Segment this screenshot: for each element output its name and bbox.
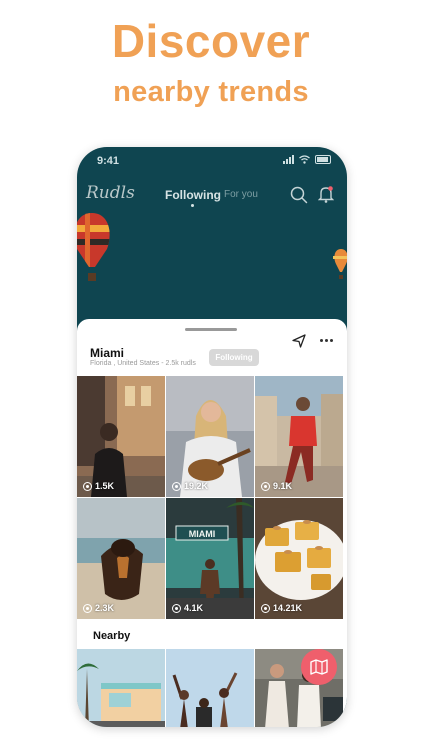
- nearby-tile[interactable]: [77, 649, 165, 727]
- location-title: Miami: [90, 346, 125, 360]
- view-count: 1.5K: [95, 481, 115, 491]
- views-icon: [261, 481, 270, 491]
- post-tile[interactable]: 19.2K: [166, 376, 254, 497]
- wifi-icon: [299, 155, 310, 164]
- nearby-image: [77, 649, 165, 727]
- views-icon: [172, 603, 181, 613]
- post-image: [255, 376, 343, 497]
- promo-headline: Discover: [111, 15, 311, 67]
- view-count: 14.21K: [273, 603, 303, 613]
- svg-text:MIAMI: MIAMI: [189, 529, 216, 539]
- post-image: [77, 498, 165, 619]
- view-count: 9.1K: [273, 481, 293, 491]
- views-icon: [261, 603, 270, 613]
- post-image: [255, 498, 343, 619]
- phone-frame: 9:41 Rudls Following For you Miami Flori…: [77, 147, 347, 727]
- views-icon: [83, 603, 92, 613]
- status-icons: [283, 155, 331, 164]
- view-count: 2.3K: [95, 603, 115, 613]
- post-tile[interactable]: MIAMI 4.1K: [166, 498, 254, 619]
- nearby-tile[interactable]: [166, 649, 254, 727]
- tab-for-you[interactable]: For you: [224, 189, 258, 200]
- signal-icon: [283, 155, 294, 164]
- status-time: 9:41: [97, 155, 120, 167]
- more-icon[interactable]: [320, 339, 333, 342]
- nearby-heading: Nearby: [93, 630, 131, 642]
- post-image: [77, 376, 165, 497]
- following-button[interactable]: Following: [209, 349, 259, 366]
- tab-following[interactable]: Following: [165, 188, 221, 202]
- bell-icon[interactable]: [318, 185, 334, 204]
- post-tile[interactable]: 14.21K: [255, 498, 343, 619]
- view-count: 4.1K: [184, 603, 204, 613]
- nearby-image: [166, 649, 254, 727]
- battery-icon: [315, 155, 331, 164]
- post-tile[interactable]: 1.5K: [77, 376, 165, 497]
- promo-subheadline: nearby trends: [113, 76, 309, 108]
- app-logo: Rudls: [86, 183, 135, 203]
- search-icon[interactable]: [290, 186, 308, 204]
- map-button[interactable]: [301, 649, 337, 685]
- views-icon: [83, 481, 92, 491]
- post-image: [166, 376, 254, 497]
- active-tab-indicator: [191, 204, 194, 207]
- hot-air-balloon-image: [77, 213, 110, 281]
- hot-air-balloon-image: [333, 249, 347, 279]
- view-count: 19.2K: [184, 481, 209, 491]
- location-details: Florida , United States - 2.5k rudls: [90, 360, 196, 367]
- drag-handle[interactable]: [185, 328, 237, 331]
- post-tile[interactable]: 9.1K: [255, 376, 343, 497]
- location-sheet: Miami Florida , United States - 2.5k rud…: [77, 319, 347, 727]
- views-icon: [172, 481, 181, 491]
- post-tile[interactable]: 2.3K: [77, 498, 165, 619]
- map-icon: [310, 659, 328, 675]
- navigation-icon[interactable]: [291, 333, 307, 349]
- post-image: MIAMI: [166, 498, 254, 619]
